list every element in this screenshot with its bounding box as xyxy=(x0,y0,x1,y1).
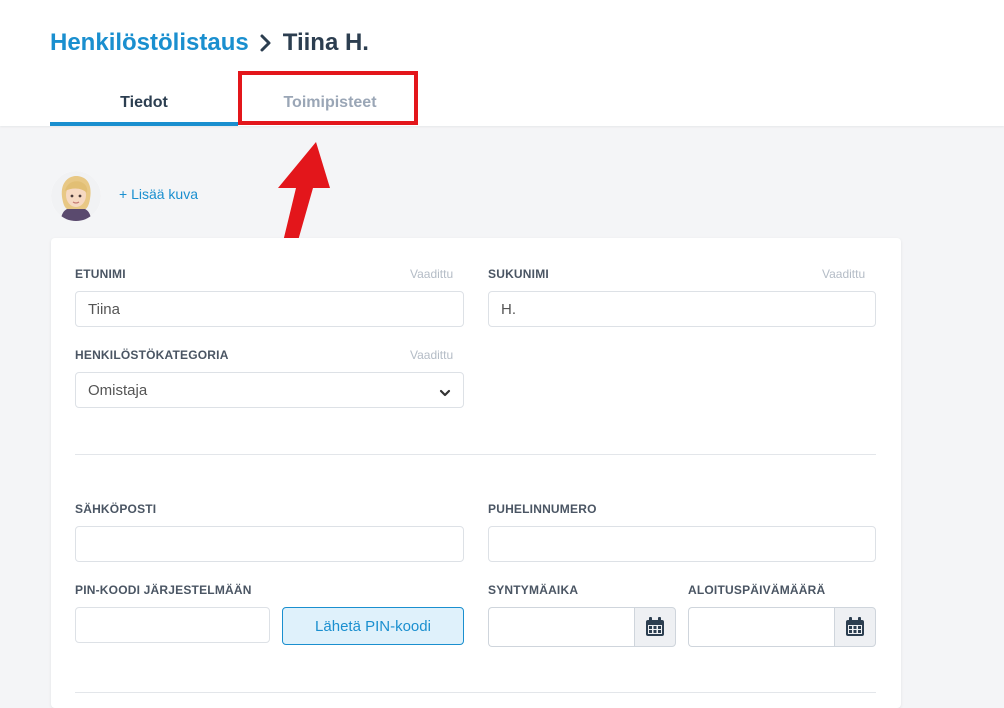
category-select-value: Omistaja xyxy=(88,381,148,399)
calendar-icon xyxy=(646,617,664,636)
avatar xyxy=(51,171,101,221)
start-date-calendar-button[interactable] xyxy=(834,607,876,647)
breadcrumb-current: Tiina H. xyxy=(282,29,369,56)
tab-bar: Tiedot Toimipisteet xyxy=(50,80,422,126)
pin-label: PIN-KOODI JÄRJESTELMÄÄN xyxy=(75,583,252,597)
breadcrumb: Henkilöstölistaus Tiina H. xyxy=(50,26,369,60)
start-date-label: ALOITUSPÄIVÄMÄÄRÄ xyxy=(688,583,826,597)
add-photo-link[interactable]: + Lisää kuva xyxy=(119,186,198,202)
page-header: Henkilöstölistaus Tiina H. Tiedot Toimip… xyxy=(0,0,1004,126)
birth-date-label: SYNTYMÄAIKA xyxy=(488,583,579,597)
category-label: HENKILÖSTÖKATEGORIA xyxy=(75,348,229,362)
first-name-label: ETUNIMI xyxy=(75,267,126,281)
section-divider xyxy=(75,454,876,455)
category-required: Vaadittu xyxy=(410,348,454,362)
last-name-input[interactable]: H. xyxy=(488,291,876,327)
birth-date-input[interactable] xyxy=(488,607,634,647)
chevron-down-icon xyxy=(439,385,451,402)
start-date-input[interactable] xyxy=(688,607,834,647)
first-name-input[interactable]: Tiina xyxy=(75,291,464,327)
last-name-required: Vaadittu xyxy=(822,267,866,281)
tab-tiedot[interactable]: Tiedot xyxy=(50,80,238,126)
first-name-required: Vaadittu xyxy=(410,267,454,281)
phone-label: PUHELINNUMERO xyxy=(488,502,597,516)
category-select[interactable]: Omistaja xyxy=(75,372,464,408)
calendar-icon xyxy=(846,617,864,636)
send-pin-button[interactable]: Lähetä PIN-koodi xyxy=(282,607,464,645)
birth-date-picker xyxy=(488,607,676,647)
email-label: SÄHKÖPOSTI xyxy=(75,502,157,516)
birth-date-calendar-button[interactable] xyxy=(634,607,676,647)
employee-form-card: ETUNIMI Vaadittu Tiina SUKUNIMI Vaadittu… xyxy=(51,238,901,708)
tab-toimipisteet[interactable]: Toimipisteet xyxy=(238,80,422,126)
start-date-picker xyxy=(688,607,876,647)
email-input[interactable] xyxy=(75,526,464,562)
breadcrumb-parent-link[interactable]: Henkilöstölistaus xyxy=(50,29,249,57)
phone-input[interactable] xyxy=(488,526,876,562)
pin-input[interactable] xyxy=(75,607,270,643)
chevron-right-icon xyxy=(259,33,273,53)
last-name-label: SUKUNIMI xyxy=(488,267,549,281)
